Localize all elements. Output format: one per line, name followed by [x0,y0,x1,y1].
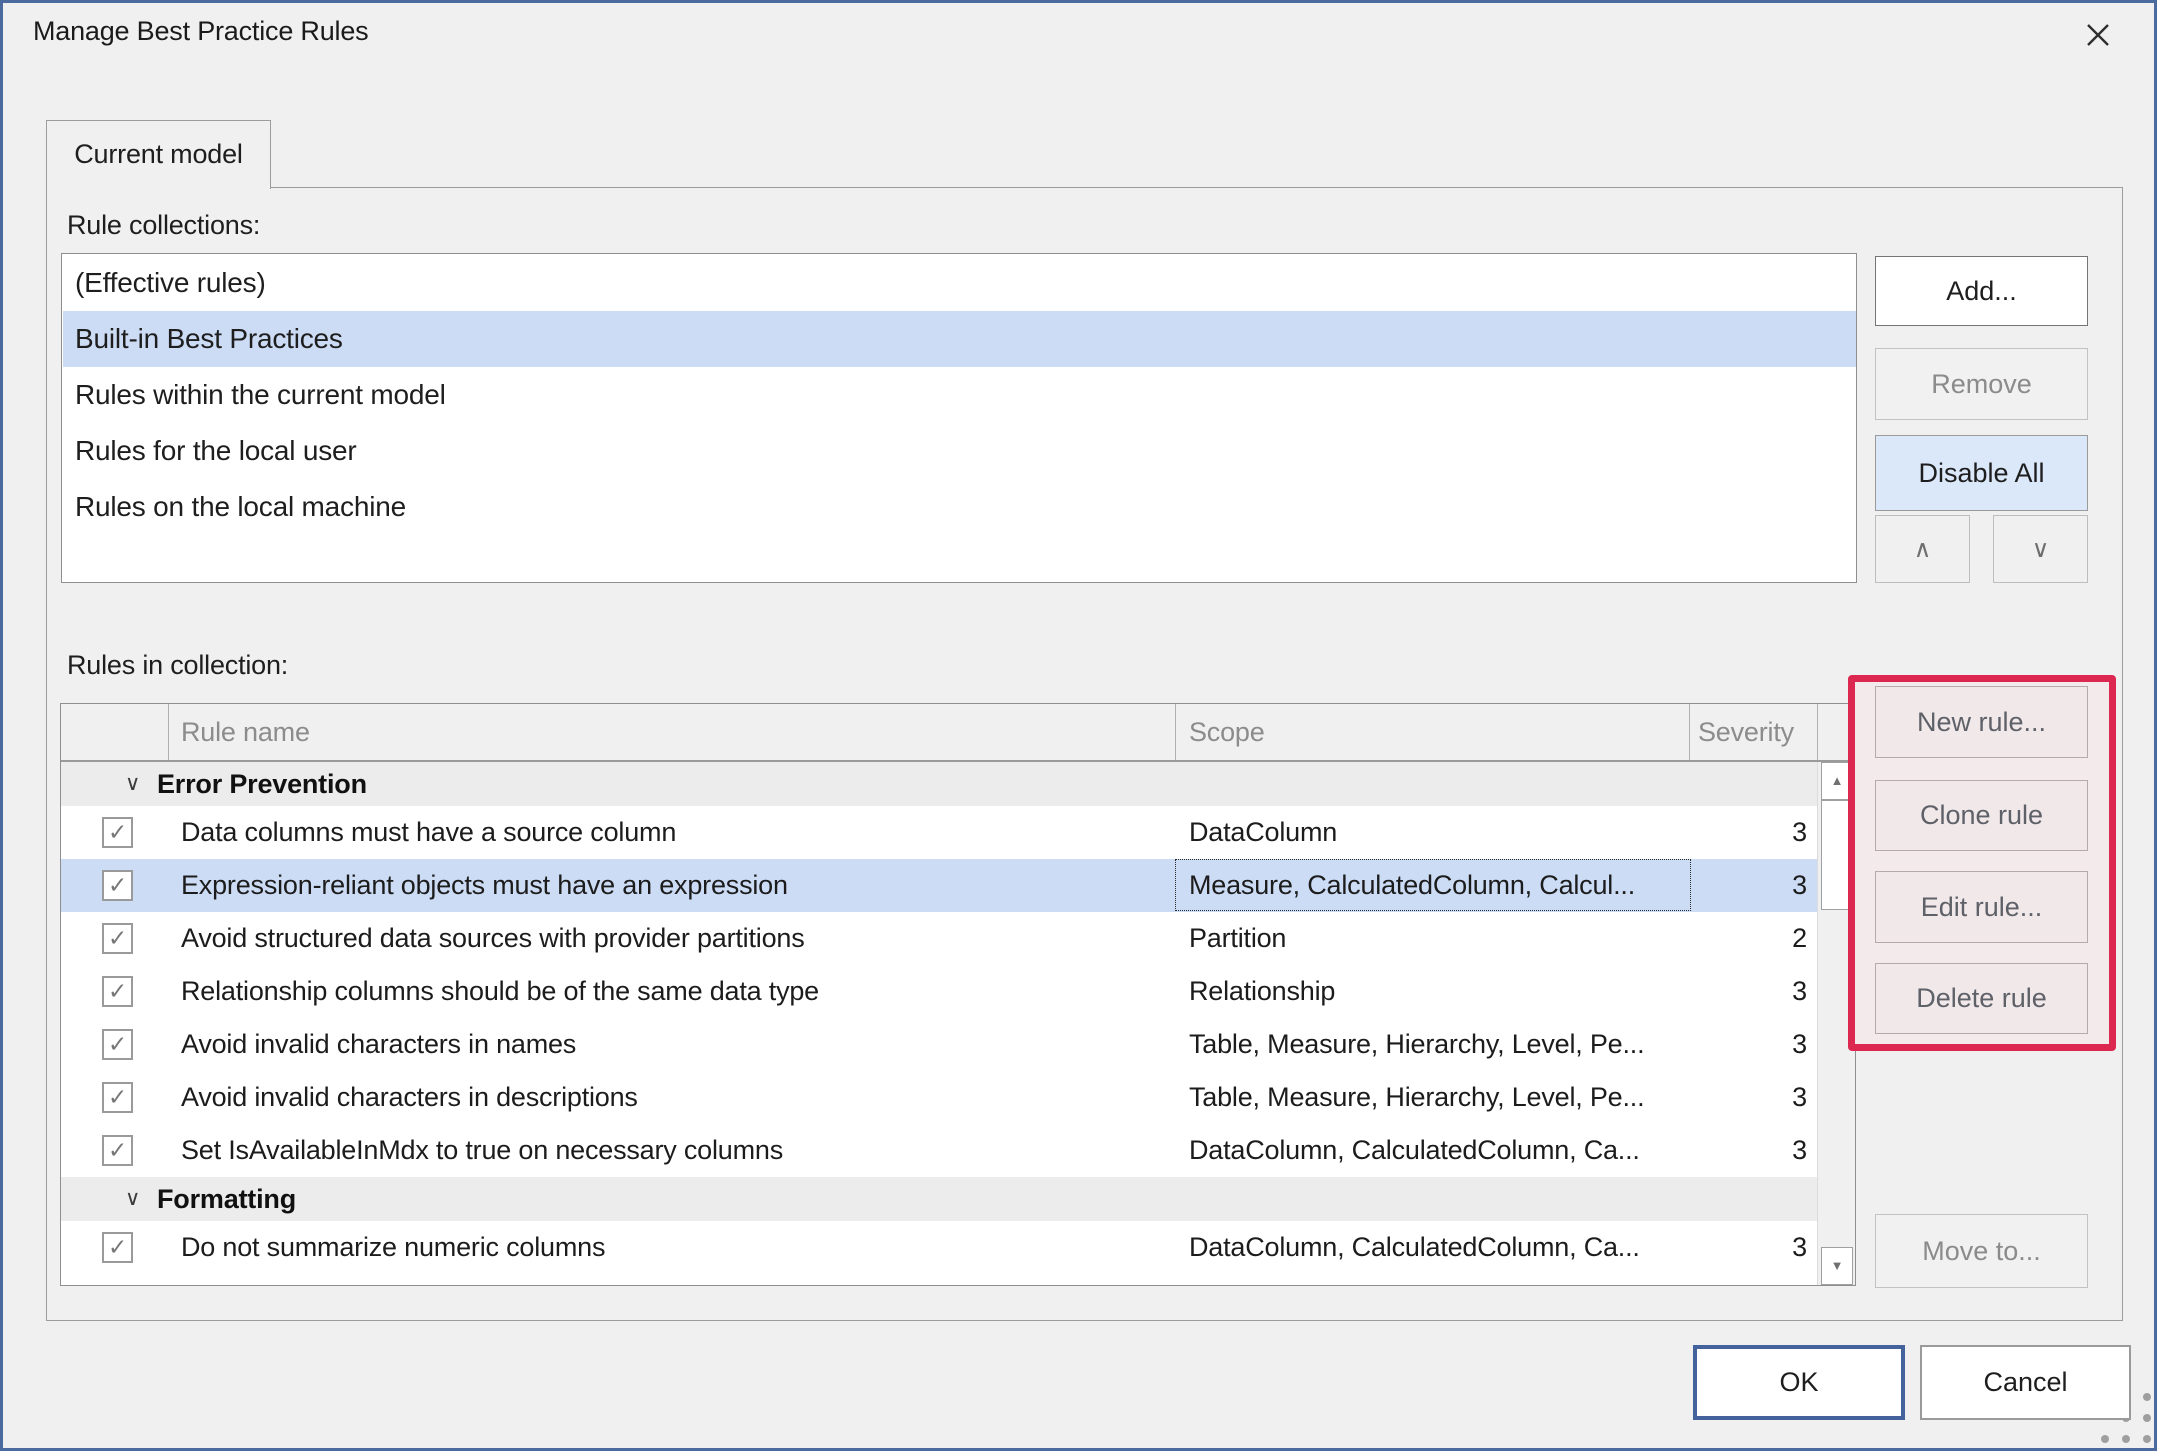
rule-name-cell: Expression-reliant objects must have an … [181,859,1161,912]
chevron-up-icon: ∧ [1914,536,1932,563]
check-icon: ✓ [108,1137,127,1163]
rule-scope-cell: DataColumn, CalculatedColumn, Ca... [1189,1124,1689,1177]
rule-scope-cell: Relationship [1189,965,1689,1018]
rule-checkbox[interactable]: ✓ [102,976,133,1007]
column-header-rule-name[interactable]: Rule name [181,704,1161,760]
rule-severity-cell: 3 [1689,1124,1807,1177]
rule-severity-cell: 3 [1689,1221,1807,1274]
rule-scope-cell: DataColumn [1189,806,1689,859]
remove-button[interactable]: Remove [1875,348,2088,420]
table-row[interactable]: ✓ Set IsAvailableInMdx to true on necess… [61,1124,1817,1177]
tab-label: Current model [74,139,242,169]
rule-scope-cell: Table, Measure, Hierarchy, Level, Pe... [1189,1018,1689,1071]
column-header-scope[interactable]: Scope [1189,704,1679,760]
column-separator [168,704,169,760]
rule-name-cell: Avoid invalid characters in descriptions [181,1071,1161,1124]
group-name: Error Prevention [157,762,367,806]
cancel-button[interactable]: Cancel [1920,1345,2131,1420]
move-to-button[interactable]: Move to... [1875,1214,2088,1288]
tab-current-model[interactable]: Current model [46,120,271,189]
scroll-up-icon: ▲ [1831,773,1844,788]
table-header: Rule name Scope Severity [61,704,1855,762]
table-row[interactable]: ✓ Avoid structured data sources with pro… [61,912,1817,965]
rule-checkbox[interactable]: ✓ [102,1135,133,1166]
column-header-severity[interactable]: Severity [1698,704,1810,760]
rules-in-collection-label: Rules in collection: [67,650,288,681]
table-row-selected[interactable]: ✓ Expression-reliant objects must have a… [61,859,1817,912]
rule-name-cell: Data columns must have a source column [181,806,1161,859]
scrollbar-down-button[interactable]: ▼ [1821,1247,1853,1285]
chevron-down-icon[interactable]: ∨ [125,1177,140,1221]
ok-button[interactable]: OK [1693,1345,1905,1420]
rule-collections-listbox: (Effective rules) Built-in Best Practice… [61,253,1857,583]
check-icon: ✓ [108,1031,127,1057]
rule-scope-cell: Table, Measure, Hierarchy, Level, Pe... [1189,1071,1689,1124]
check-icon: ✓ [108,978,127,1004]
rule-checkbox[interactable]: ✓ [102,923,133,954]
rule-checkbox[interactable]: ✓ [102,870,133,901]
group-row-error-prevention[interactable]: ∨ Error Prevention [61,762,1817,806]
check-icon: ✓ [108,1084,127,1110]
rule-scope-cell: Partition [1189,912,1689,965]
list-item-rules-local-user[interactable]: Rules for the local user [63,423,1856,479]
check-icon: ✓ [108,1234,127,1260]
check-icon: ✓ [108,872,127,898]
column-separator [1689,704,1690,760]
rule-name-cell: Avoid structured data sources with provi… [181,912,1161,965]
chevron-down-icon[interactable]: ∨ [125,762,140,806]
list-item-effective-rules[interactable]: (Effective rules) [63,255,1856,311]
group-name: Formatting [157,1177,296,1221]
table-row[interactable]: ✓ Data columns must have a source column… [61,806,1817,859]
new-rule-button[interactable]: New rule... [1875,686,2088,758]
clone-rule-button[interactable]: Clone rule [1875,780,2088,851]
add-button[interactable]: Add... [1875,256,2088,326]
delete-rule-button[interactable]: Delete rule [1875,963,2088,1034]
list-item-rules-local-machine[interactable]: Rules on the local machine [63,479,1856,535]
table-row[interactable]: ✓ Do not summarize numeric columns DataC… [61,1221,1817,1274]
edit-rule-button[interactable]: Edit rule... [1875,871,2088,943]
rule-name-cell: Avoid invalid characters in names [181,1018,1161,1071]
move-down-button[interactable]: ∨ [1993,515,2088,583]
rule-severity-cell: 3 [1689,806,1807,859]
table-row[interactable]: ✓ Avoid invalid characters in descriptio… [61,1071,1817,1124]
rule-severity-cell: 3 [1689,859,1807,912]
list-item-rules-current-model[interactable]: Rules within the current model [63,367,1856,423]
rule-checkbox[interactable]: ✓ [102,817,133,848]
move-up-button[interactable]: ∧ [1875,515,1970,583]
disable-all-button[interactable]: Disable All [1875,435,2088,511]
table-row[interactable]: ✓ Avoid invalid characters in names Tabl… [61,1018,1817,1071]
manage-best-practice-rules-dialog: Manage Best Practice Rules Current model… [0,0,2157,1451]
list-item-built-in-best-practices[interactable]: Built-in Best Practices [63,311,1856,367]
focus-rectangle [1175,859,1691,911]
scroll-down-icon: ▼ [1831,1258,1844,1273]
rule-severity-cell: 3 [1689,1071,1807,1124]
table-row[interactable]: ✓ Relationship columns should be of the … [61,965,1817,1018]
rule-checkbox[interactable]: ✓ [102,1029,133,1060]
rule-scope-cell: DataColumn, CalculatedColumn, Ca... [1189,1221,1689,1274]
rules-table: Rule name Scope Severity ∨ Error Prevent… [60,703,1856,1286]
dialog-title: Manage Best Practice Rules [33,16,368,47]
chevron-down-icon: ∨ [2032,536,2050,563]
rule-checkbox[interactable]: ✓ [102,1232,133,1263]
close-button[interactable] [2075,15,2121,57]
column-separator [1817,704,1818,760]
check-icon: ✓ [108,925,127,951]
rule-severity-cell: 3 [1689,965,1807,1018]
rule-severity-cell: 3 [1689,1018,1807,1071]
rule-severity-cell: 2 [1689,912,1807,965]
group-row-formatting[interactable]: ∨ Formatting [61,1177,1817,1221]
close-icon [2081,18,2115,52]
check-icon: ✓ [108,819,127,845]
rule-name-cell: Relationship columns should be of the sa… [181,965,1161,1018]
rule-checkbox[interactable]: ✓ [102,1082,133,1113]
rule-name-cell: Do not summarize numeric columns [181,1221,1161,1274]
rule-name-cell: Set IsAvailableInMdx to true on necessar… [181,1124,1161,1177]
column-separator [1175,704,1176,760]
rule-collections-label: Rule collections: [67,210,260,241]
